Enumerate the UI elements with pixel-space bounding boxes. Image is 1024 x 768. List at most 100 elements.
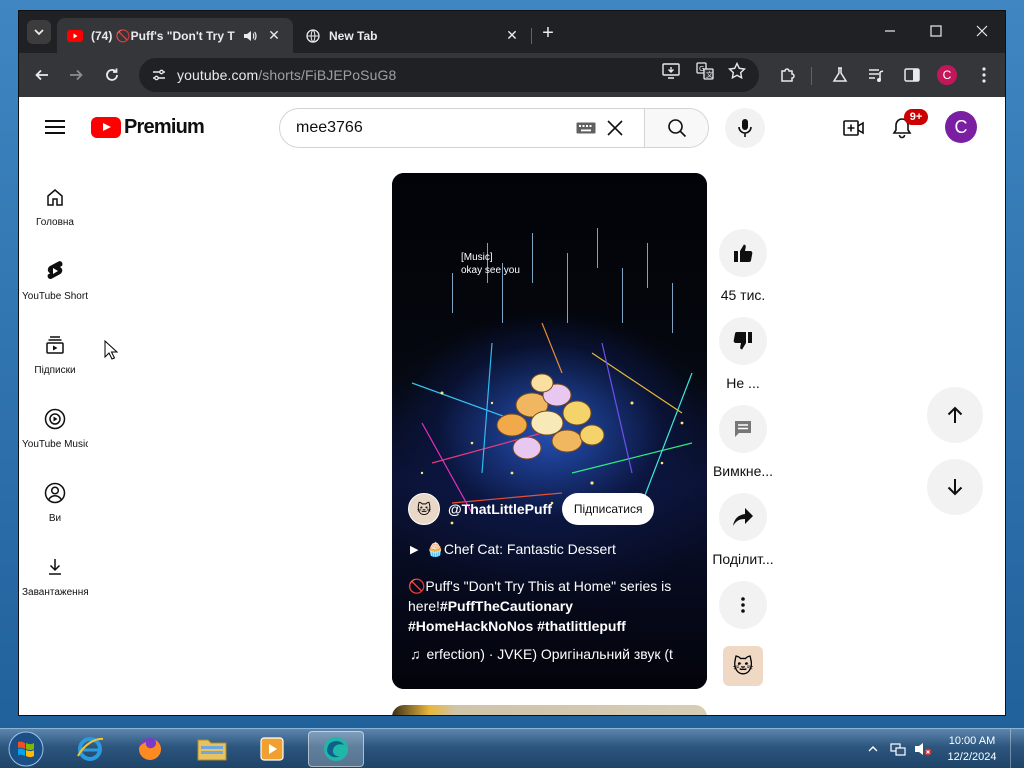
volume-muted-tray-icon[interactable]: [914, 729, 932, 768]
logo-text: Premium: [124, 115, 205, 138]
keyboard-icon[interactable]: [576, 121, 596, 135]
reload-button[interactable]: [99, 62, 125, 88]
playlist-link[interactable]: ▶ 🧁Chef Cat: Fantastic Dessert: [410, 541, 616, 558]
arrow-right-icon: [70, 69, 83, 81]
tab-title: New Tab: [329, 28, 378, 43]
maximize-icon: [930, 25, 942, 37]
minimize-button[interactable]: [867, 11, 913, 51]
subscribe-button[interactable]: Підписатися: [561, 493, 655, 525]
reload-icon: [106, 68, 118, 81]
hashtag-link[interactable]: #HomeHackNoNos: [408, 618, 533, 634]
media-player-taskbar-button[interactable]: [244, 731, 300, 767]
back-button[interactable]: [29, 62, 55, 88]
network-tray-icon[interactable]: [890, 729, 906, 768]
firefox-icon: [139, 738, 161, 760]
search-field: [280, 109, 644, 147]
comments-button[interactable]: [719, 405, 767, 453]
create-button[interactable]: [841, 115, 867, 141]
sidebar-item-youtube-music[interactable]: YouTube Music: [19, 393, 91, 459]
channel-avatar-cat-icon[interactable]: 🐱: [408, 493, 440, 525]
hamburger-bar: [45, 132, 65, 134]
system-clock[interactable]: 10:00 AM 12/2/2024: [940, 733, 1004, 765]
play-icon: ▶: [410, 544, 419, 556]
download-icon: [43, 555, 67, 579]
site-info-icon[interactable]: [151, 67, 167, 83]
sidebar-item-downloads[interactable]: Завантаження: [19, 541, 91, 607]
folder-icon: [197, 739, 227, 761]
show-desktop-button[interactable]: [1010, 729, 1024, 768]
next-short-preview[interactable]: [392, 705, 707, 715]
youtube-page: Premium 9+ C: [19, 97, 1005, 715]
search-input[interactable]: [296, 119, 566, 137]
next-short-button[interactable]: [927, 459, 983, 515]
sound-title: erfection) · JVKE) Оригінальний звук (t: [426, 646, 673, 662]
like-button[interactable]: [719, 229, 767, 277]
caption-line: okay see you: [461, 265, 520, 276]
sidebar-item-shorts[interactable]: YouTube Shorts: [19, 245, 91, 311]
hamburger-bar: [45, 126, 65, 128]
clear-search-icon[interactable]: [602, 115, 628, 141]
music-icon: [43, 407, 67, 431]
dislike-button[interactable]: [719, 317, 767, 365]
tab-youtube-short[interactable]: (74) 🚫Puff's "Don't Try This at Home" ✕: [57, 18, 293, 53]
media-player-icon: [260, 737, 284, 761]
clock-date: 12/2/2024: [947, 751, 997, 763]
hashtag-link[interactable]: #thatlittlepuff: [537, 618, 626, 634]
guide-menu-button[interactable]: [43, 115, 67, 139]
youtube-premium-logo[interactable]: Premium: [91, 115, 205, 138]
close-tab-icon[interactable]: ✕: [265, 27, 283, 45]
sidebar-item-subscriptions[interactable]: Підписки: [19, 319, 91, 385]
sidebar-item-label: Головна: [36, 217, 74, 228]
start-button[interactable]: [4, 730, 48, 768]
side-panel-icon[interactable]: [901, 64, 923, 86]
close-icon: [976, 25, 988, 37]
hashtag-link[interactable]: #PuffTheCautionary: [440, 598, 573, 614]
sound-thumbnail-cat-icon[interactable]: 🐱: [723, 646, 763, 686]
previous-short-button[interactable]: [927, 387, 983, 443]
chevron-down-icon: [34, 29, 44, 36]
browser-window: (74) 🚫Puff's "Don't Try This at Home" ✕ …: [18, 10, 1006, 716]
home-icon: [43, 185, 67, 209]
file-explorer-taskbar-button[interactable]: [184, 731, 240, 767]
tab-title: (74) 🚫Puff's "Don't Try This at Home": [91, 28, 235, 43]
browser-profile-avatar[interactable]: C: [937, 65, 957, 85]
translate-icon[interactable]: G文: [695, 61, 715, 81]
account-avatar[interactable]: C: [945, 111, 977, 143]
speaker-icon[interactable]: [241, 27, 259, 45]
search-button[interactable]: [644, 109, 708, 147]
forward-button[interactable]: [63, 62, 89, 88]
sidebar-item-home[interactable]: Головна: [19, 171, 91, 237]
channel-name[interactable]: @ThatLittlePuff: [448, 501, 552, 517]
install-app-icon[interactable]: [661, 61, 681, 81]
tab-new-tab[interactable]: New Tab ✕: [295, 18, 531, 53]
arrow-up-icon: [947, 406, 963, 423]
new-tab-button[interactable]: +: [537, 22, 559, 44]
svg-text:文: 文: [706, 70, 713, 79]
tab-divider: [531, 28, 532, 44]
voice-search-button[interactable]: [725, 108, 765, 148]
close-tab-icon[interactable]: ✕: [503, 27, 521, 45]
sound-ticker[interactable]: ♫ erfection) · JVKE) Оригінальний звук (…: [410, 645, 692, 663]
bookmark-star-icon[interactable]: [727, 61, 747, 81]
browser-taskbar-button[interactable]: [308, 731, 364, 767]
sidebar-item-you[interactable]: Ви: [19, 467, 91, 533]
url-path: /shorts/FiBJEPoSuG8: [258, 67, 397, 83]
internet-explorer-taskbar-button[interactable]: [62, 731, 118, 767]
media-queue-icon[interactable]: [865, 64, 887, 86]
more-action: [714, 581, 772, 629]
kebab-menu-icon[interactable]: [973, 64, 995, 86]
show-hidden-icons-button[interactable]: [868, 729, 878, 768]
share-button[interactable]: [719, 493, 767, 541]
maximize-button[interactable]: [913, 11, 959, 51]
video-description[interactable]: 🚫Puff's "Don't Try This at Home" series …: [408, 576, 698, 636]
arrow-down-icon: [947, 479, 963, 496]
thumbs-down-icon: [733, 331, 752, 350]
close-window-button[interactable]: [959, 11, 1005, 51]
extensions-icon[interactable]: [777, 64, 799, 86]
tab-search-button[interactable]: [27, 20, 51, 44]
short-video-player[interactable]: [Music] okay see you 🐱 @ThatLittlePuff П…: [392, 173, 707, 689]
firefox-taskbar-button[interactable]: [122, 731, 178, 767]
thumbs-up-icon: [734, 244, 753, 263]
more-options-button[interactable]: [719, 581, 767, 629]
labs-flask-icon[interactable]: [829, 64, 851, 86]
